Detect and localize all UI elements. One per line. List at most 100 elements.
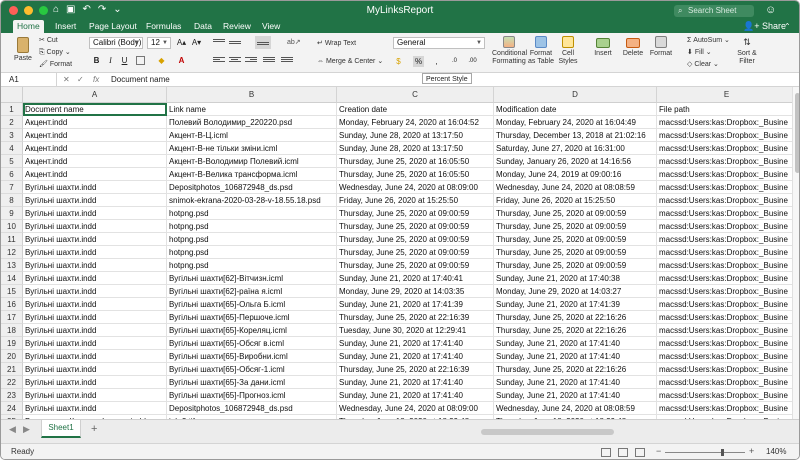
delete-cells-button[interactable]: Delete <box>621 36 645 58</box>
enter-formula-icon[interactable]: ✓ <box>77 73 84 87</box>
row-header[interactable]: 11 <box>1 233 23 246</box>
table-cell[interactable]: macssd:Users:kas:Dropbox:_Busine <box>657 376 792 389</box>
table-cell[interactable]: Thursday, June 25, 2020 at 09:00:59 <box>494 220 657 233</box>
row-header[interactable]: 7 <box>1 181 23 194</box>
table-cell[interactable]: Sunday, June 21, 2020 at 17:40:38 <box>494 272 657 285</box>
format-as-table-button[interactable]: Format as Table <box>528 36 554 66</box>
page-layout-view-icon[interactable] <box>618 448 628 457</box>
fill-color-icon[interactable]: ◆ <box>156 55 167 66</box>
decrease-indent-icon[interactable] <box>263 56 275 66</box>
table-cell[interactable]: Вугільні шахти[65]-Першоче.icml <box>167 311 337 324</box>
zoom-slider-knob[interactable] <box>721 449 724 456</box>
table-cell[interactable]: macssd:Users:kas:Dropbox:_Busine <box>657 350 792 363</box>
table-cell[interactable]: Thursday, June 25, 2020 at 09:00:59 <box>337 259 494 272</box>
table-cell[interactable]: hotpng.psd <box>167 220 337 233</box>
table-cell[interactable]: Вугільні шахти.indd <box>23 233 167 246</box>
table-cell[interactable]: Вугільні шахти.indd <box>23 207 167 220</box>
increase-decimal-icon[interactable]: .0 <box>449 56 460 67</box>
row-header[interactable]: 12 <box>1 246 23 259</box>
merge-center-button[interactable]: ⇔ Merge & Center ⌄ <box>317 57 383 65</box>
row-header[interactable]: 8 <box>1 194 23 207</box>
smiley-feedback-icon[interactable]: ☺ <box>765 4 776 16</box>
table-cell[interactable]: Thursday, June 25, 2020 at 09:00:59 <box>494 259 657 272</box>
table-cell[interactable]: Thursday, June 25, 2020 at 16:05:50 <box>337 155 494 168</box>
table-cell[interactable]: macssd:Users:kas:Dropbox:_Busine <box>657 207 792 220</box>
table-cell[interactable]: Monday, February 24, 2020 at 16:04:52 <box>337 116 494 129</box>
cancel-formula-icon[interactable]: ✕ <box>63 73 70 87</box>
table-cell[interactable]: Saturday, June 27, 2020 at 16:31:00 <box>494 142 657 155</box>
header-cell[interactable]: Link name <box>167 103 337 116</box>
table-cell[interactable]: Акцент-В-Володимир Полевий.icml <box>167 155 337 168</box>
table-cell[interactable]: Sunday, June 21, 2020 at 17:41:40 <box>494 337 657 350</box>
header-cell[interactable]: Document name <box>23 103 167 116</box>
table-cell[interactable]: macssd:Users:kas:Dropbox:_Busine <box>657 142 792 155</box>
table-cell[interactable]: Вугільні шахти[65]-Виробни.icml <box>167 350 337 363</box>
table-cell[interactable]: Thursday, June 25, 2020 at 22:16:26 <box>494 311 657 324</box>
bold-button[interactable]: B <box>91 55 102 66</box>
table-cell[interactable]: Thursday, June 25, 2020 at 09:00:59 <box>337 220 494 233</box>
align-middle-icon[interactable] <box>229 38 241 48</box>
zoom-in-button[interactable]: + <box>749 446 754 456</box>
table-cell[interactable]: hotpng.psd <box>167 259 337 272</box>
tab-data[interactable]: Data <box>194 20 212 33</box>
row-header[interactable]: 17 <box>1 311 23 324</box>
table-cell[interactable]: Вугільні шахти[62]-раїна я.icml <box>167 285 337 298</box>
table-cell[interactable]: Wednesday, June 24, 2020 at 08:09:00 <box>337 402 494 415</box>
table-cell[interactable]: Wednesday, June 24, 2020 at 08:09:00 <box>337 181 494 194</box>
zoom-out-button[interactable]: − <box>656 446 661 456</box>
table-cell[interactable]: Акцент-В-Ц.icml <box>167 129 337 142</box>
row-header[interactable]: 6 <box>1 168 23 181</box>
table-cell[interactable]: Sunday, June 21, 2020 at 17:41:39 <box>337 298 494 311</box>
table-cell[interactable]: macssd:Users:kas:Dropbox:_Busine <box>657 363 792 376</box>
formula-input[interactable]: Document name <box>111 73 170 87</box>
clear-button[interactable]: ◇ Clear ⌄ <box>687 60 719 68</box>
align-top-icon[interactable] <box>213 38 225 48</box>
table-cell[interactable]: Sunday, June 28, 2020 at 13:17:50 <box>337 129 494 142</box>
table-cell[interactable]: Вугільні шахти.indd <box>23 311 167 324</box>
table-cell[interactable]: Thursday, June 25, 2020 at 22:16:26 <box>494 363 657 376</box>
table-cell[interactable]: macssd:Users:kas:Dropbox:_Busine <box>657 337 792 350</box>
table-cell[interactable]: Вугільні шахти[65]-За дани.icml <box>167 376 337 389</box>
table-cell[interactable]: Вугільні шахти[65]-Прогноз.icml <box>167 389 337 402</box>
table-cell[interactable]: Вугільні шахти[65]-Обсяг в.icml <box>167 337 337 350</box>
row-header[interactable]: 22 <box>1 376 23 389</box>
table-cell[interactable]: Sunday, June 21, 2020 at 17:41:40 <box>337 337 494 350</box>
table-cell[interactable]: Акцент.indd <box>23 116 167 129</box>
table-cell[interactable]: Вугільні шахти[65]-Обсяг-1.icml <box>167 363 337 376</box>
table-cell[interactable]: Sunday, June 21, 2020 at 17:41:40 <box>337 376 494 389</box>
table-cell[interactable]: Акцент.indd <box>23 142 167 155</box>
italic-button[interactable]: I <box>105 55 116 66</box>
column-header-d[interactable]: D <box>494 87 657 103</box>
table-cell[interactable]: Акцент-В-Велика трансформа.icml <box>167 168 337 181</box>
table-cell[interactable]: hotpng.psd <box>167 246 337 259</box>
conditional-formatting-button[interactable]: Conditional Formatting <box>492 36 527 66</box>
table-cell[interactable]: Thursday, June 25, 2020 at 09:00:59 <box>337 207 494 220</box>
table-cell[interactable]: macssd:Users:kas:Dropbox:_Busine <box>657 389 792 402</box>
table-cell[interactable]: macssd:Users:kas:Dropbox:_Busine <box>657 311 792 324</box>
table-cell[interactable]: Thursday, December 13, 2018 at 21:02:16 <box>494 129 657 142</box>
table-cell[interactable]: Friday, June 26, 2020 at 15:25:50 <box>337 194 494 207</box>
table-cell[interactable]: Thursday, June 25, 2020 at 09:00:59 <box>494 246 657 259</box>
row-header[interactable]: 16 <box>1 298 23 311</box>
column-header-c[interactable]: C <box>337 87 494 103</box>
format-cells-button[interactable]: Format <box>649 36 673 58</box>
percent-style-button[interactable]: % <box>413 56 424 67</box>
table-cell[interactable]: macssd:Users:kas:Dropbox:_Busine <box>657 259 792 272</box>
table-cell[interactable]: macssd:Users:kas:Dropbox:_Busine <box>657 194 792 207</box>
name-box[interactable]: A1 <box>1 73 57 87</box>
paste-button[interactable]: Paste <box>11 37 35 63</box>
table-cell[interactable]: macssd:Users:kas:Dropbox:_Busine <box>657 324 792 337</box>
table-cell[interactable]: hotpng.psd <box>167 207 337 220</box>
sort-filter-button[interactable]: ⇅ Sort & Filter <box>735 36 759 66</box>
row-header[interactable]: 21 <box>1 363 23 376</box>
table-cell[interactable]: Акцент-В-не тільки зміни.icml <box>167 142 337 155</box>
page-break-view-icon[interactable] <box>635 448 645 457</box>
increase-indent-icon[interactable] <box>281 56 293 66</box>
font-color-icon[interactable]: A <box>176 55 187 66</box>
table-cell[interactable]: macssd:Users:kas:Dropbox:_Busine <box>657 233 792 246</box>
tab-review[interactable]: Review <box>223 20 251 33</box>
font-name-select[interactable]: Calibri (Body) ▼ <box>89 37 143 49</box>
table-cell[interactable]: Sunday, June 21, 2020 at 17:41:40 <box>337 350 494 363</box>
table-cell[interactable]: Вугільні шахти[65]-Кореляц.icml <box>167 324 337 337</box>
font-size-select[interactable]: 12 ▼ <box>147 37 171 49</box>
